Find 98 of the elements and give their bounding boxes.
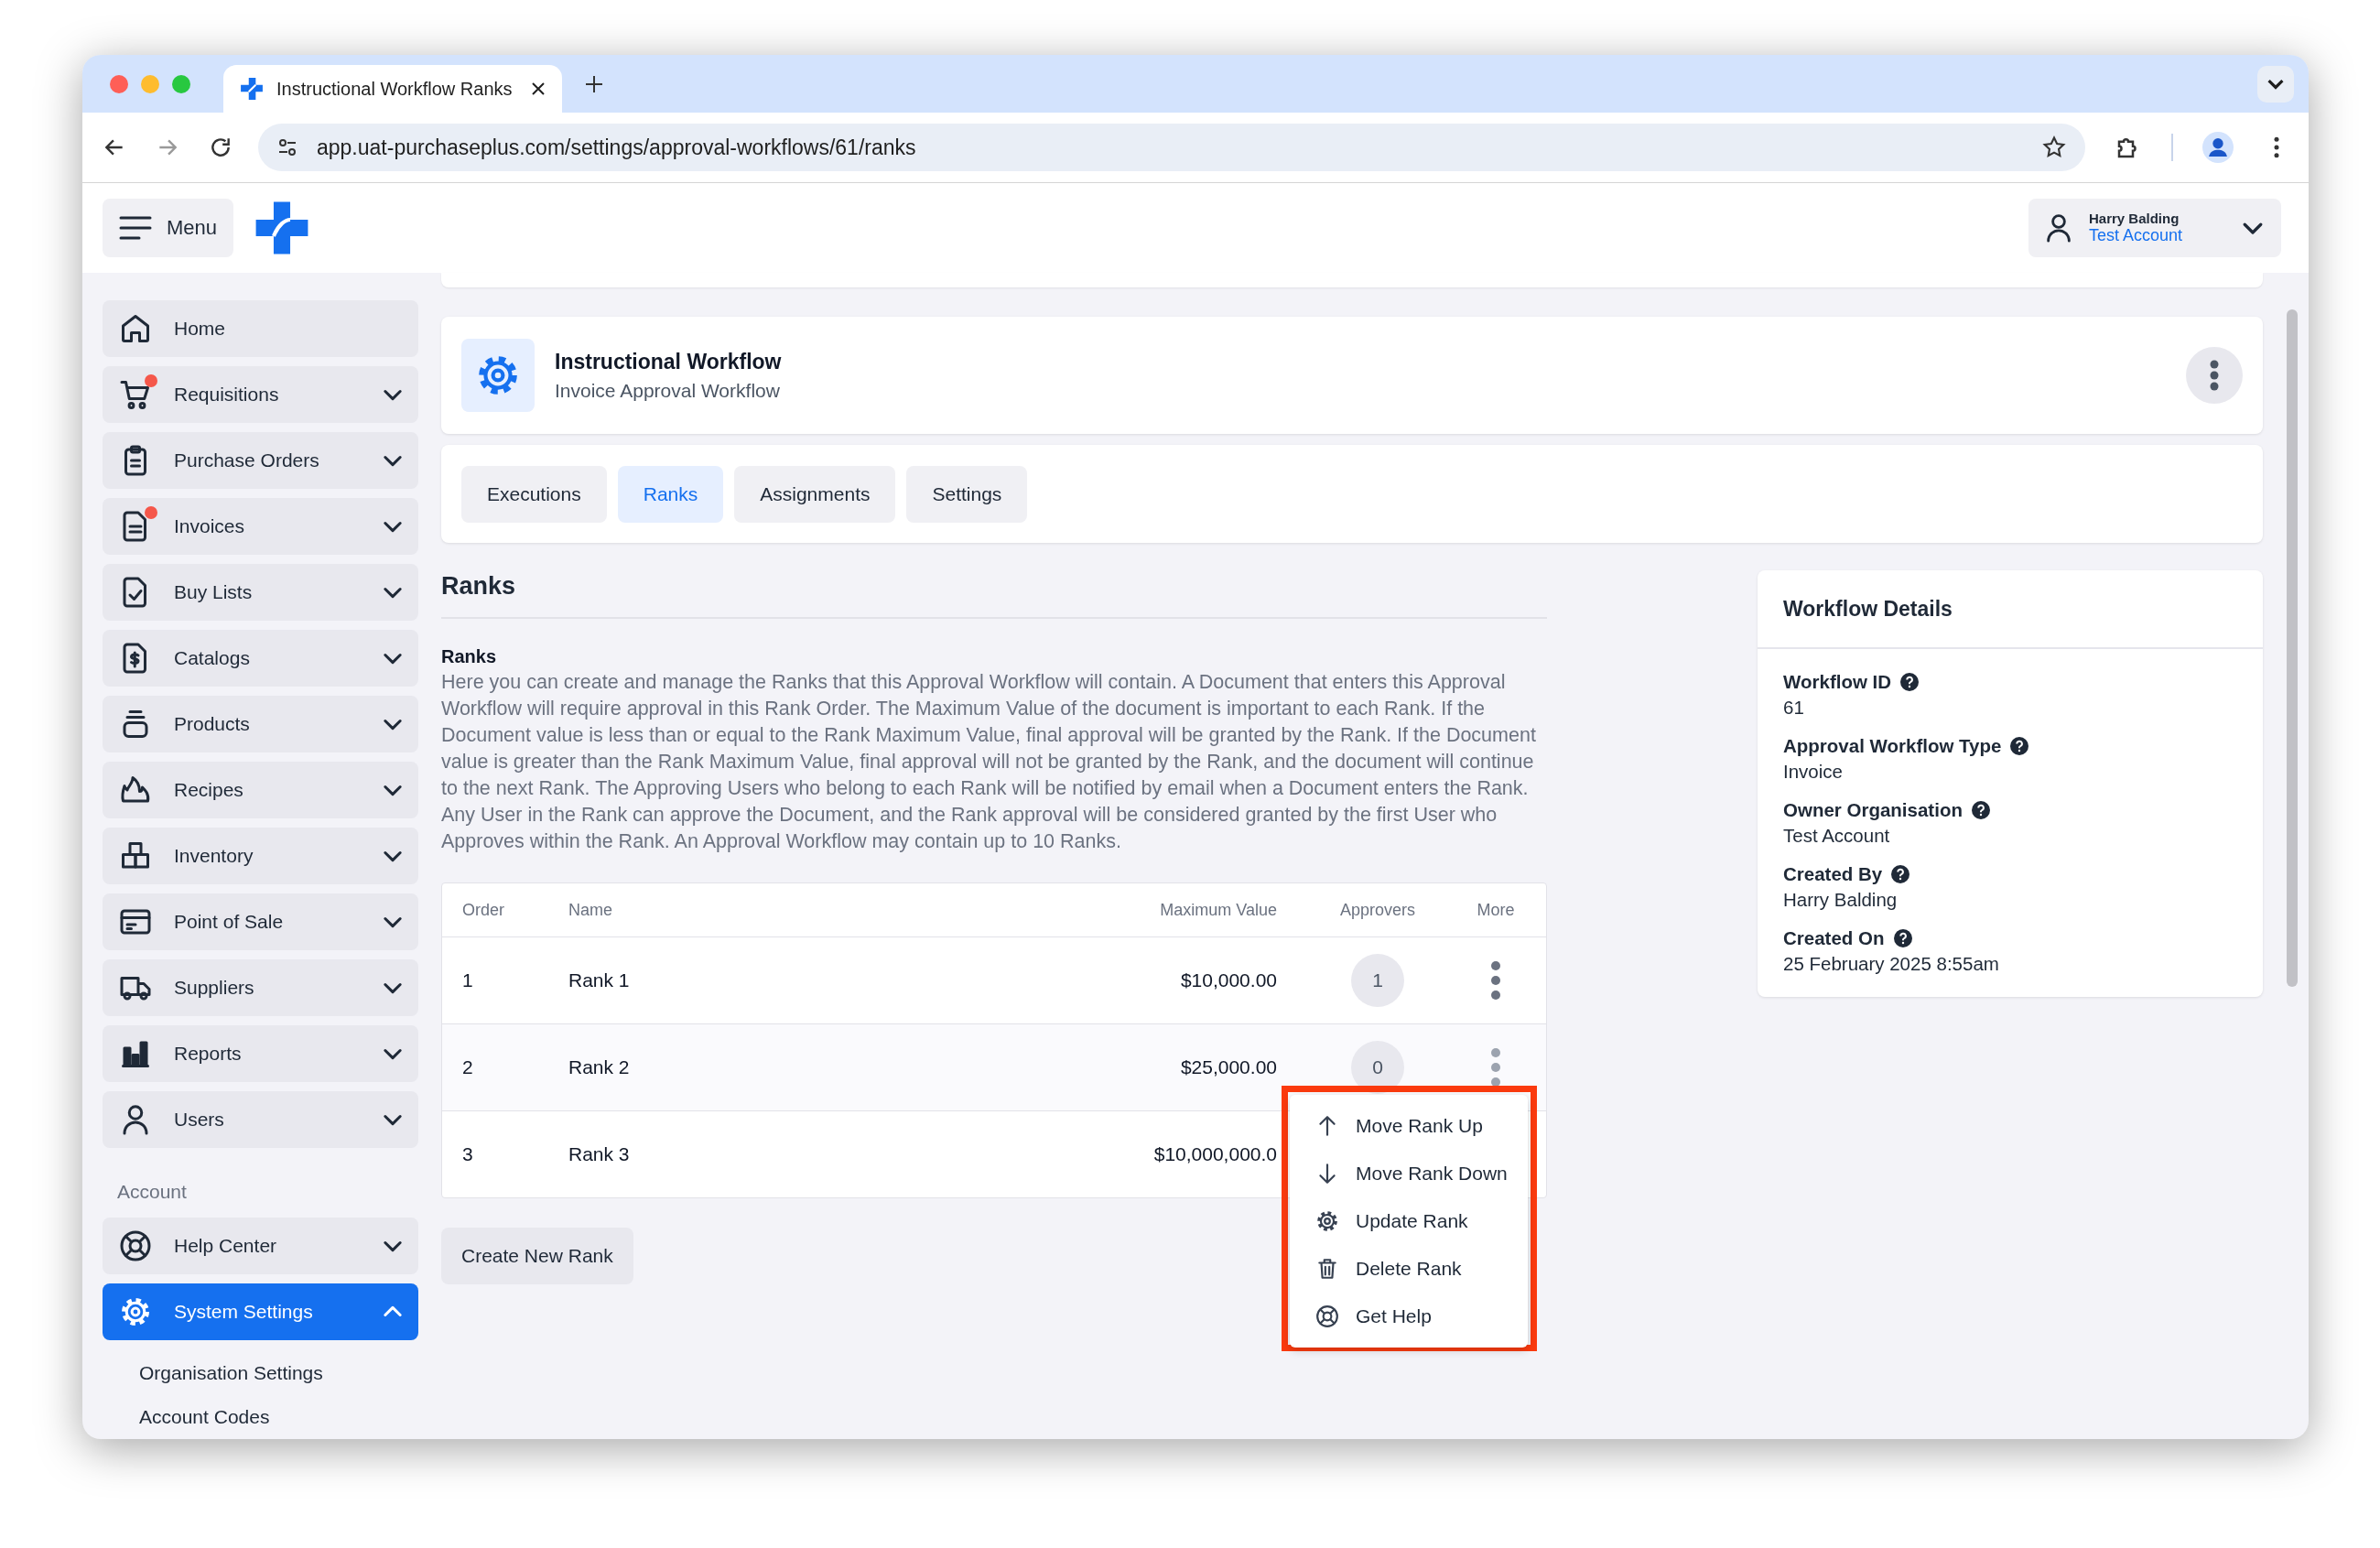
gear-icon [1315,1209,1339,1233]
section-label: Account [117,1181,188,1203]
kebab-icon[interactable] [1490,960,1501,1001]
sidebar-item[interactable]: Point of Sale [103,893,418,950]
trash-icon [1315,1257,1339,1281]
help-icon[interactable] [2010,737,2029,755]
tab-list-button[interactable] [2257,65,2294,103]
sidebar-item[interactable]: Help Center [103,1218,418,1274]
tab-title: Instructional Workflow Ranks [276,78,514,100]
gear-icon [119,1295,152,1328]
field-label: Created On [1783,927,1885,949]
sidebar-item[interactable]: Inventory [103,828,418,884]
column-header: Maximum Value [1159,900,1278,920]
sidebar-item[interactable]: Suppliers [103,959,418,1016]
profile-avatar-icon[interactable] [2202,132,2234,163]
table-cell-text: $10,000.00 [1179,969,1278,991]
notification-dot [145,374,157,387]
sidebar-item[interactable]: Catalogs [103,630,418,687]
column-header: Name [568,900,613,920]
sidebar-item[interactable]: Recipes [103,762,418,818]
field-label: Workflow ID [1783,671,1892,693]
description-heading: Ranks [441,646,498,667]
field-label: Created By [1783,863,1883,885]
site-settings-icon[interactable] [276,136,298,158]
table-cell-text: 3 [461,1143,474,1165]
kebab-icon [2209,359,2220,392]
sidebar-item[interactable]: Requisitions [103,366,418,423]
notification-dot [145,506,157,519]
workflow-subtitle: Invoice Approval Workflow [555,379,781,402]
tab[interactable]: Assignments [734,465,896,523]
menu-item[interactable]: Delete Rank [1290,1245,1528,1293]
close-window-dot[interactable] [110,74,128,93]
sidebar-item[interactable]: System Settings [103,1283,418,1340]
account-switcher[interactable]: Harry Balding Test Account [2028,199,2281,257]
help-icon[interactable] [1900,673,1920,691]
chevron-down-icon [2267,78,2284,90]
section-heading: Ranks [441,571,517,601]
bookmark-star-icon[interactable] [2041,135,2067,160]
field-value: Harry Balding [1783,889,1899,911]
tab[interactable]: Executions [461,465,607,523]
sidebar-item[interactable]: Invoices [103,498,418,555]
approver-count[interactable]: 1 [1351,954,1404,1007]
column-header: More [1476,900,1516,920]
column-header: Order [461,900,505,920]
help-icon[interactable] [1891,865,1910,883]
home-icon [119,312,152,345]
help-icon[interactable] [1893,929,1912,947]
account-name: Test Account [2089,226,2183,245]
menu-item[interactable]: Move Rank Down [1290,1150,1528,1197]
column-header: Approvers [1338,900,1416,920]
sidebar-item[interactable]: Users [103,1091,418,1148]
sidebar-item[interactable]: Products [103,696,418,752]
table-cell-text: 1 [461,969,474,991]
close-icon[interactable] [531,81,546,96]
menu-item[interactable]: Get Help [1290,1293,1528,1340]
field-value: 61 [1783,697,1805,719]
sidebar-item[interactable]: Reports [103,1025,418,1082]
sidebar-item[interactable]: Purchase Orders [103,432,418,489]
sidebar-subitem[interactable]: Organisation Settings [103,1349,418,1384]
minimize-window-dot[interactable] [141,74,159,93]
menu-button[interactable]: Menu [103,199,234,257]
kebab-icon[interactable] [1490,1047,1501,1088]
field-label: Owner Organisation [1783,799,1963,821]
field-label: Approval Workflow Type [1783,735,2002,757]
field-value: Invoice [1783,761,1844,783]
cart-icon [119,378,152,411]
create-rank-button[interactable]: Create New Rank [441,1228,633,1284]
panel-title: Workflow Details [1783,596,1953,622]
cross-logo-icon [240,77,264,101]
table-cell-text: $10,000,000.0 [1152,1143,1278,1165]
user-name: Harry Balding [2089,211,2180,226]
field-value: Test Account [1783,825,1891,847]
table-cell-text: 2 [461,1056,474,1078]
menu-icon [119,214,152,242]
zoom-window-dot[interactable] [172,74,190,93]
lifebuoy-icon [119,1229,152,1262]
new-tab-icon[interactable] [584,73,604,94]
address-bar[interactable]: app.uat-purchaseplus.com/settings/approval-workflows/61/ranks [258,124,2085,171]
sidebar-item[interactable]: Buy Lists [103,564,418,621]
table-cell-text: Rank 3 [568,1143,631,1165]
tab[interactable]: Settings [906,465,1028,523]
help-icon[interactable] [1971,801,1990,819]
table-cell-text: Rank 1 [568,969,631,991]
menu-item[interactable]: Update Rank [1290,1197,1528,1245]
reload-icon[interactable] [209,135,233,159]
approver-count[interactable]: 0 [1351,1041,1404,1094]
browser-tab[interactable]: Instructional Workflow Ranks [223,65,562,113]
menu-item[interactable]: Move Rank Up [1290,1102,1528,1150]
tab[interactable]: Ranks [617,465,724,523]
sidebar-subitem[interactable]: Account Codes [103,1393,418,1428]
lifebuoy-icon [1315,1304,1339,1328]
table-cell-text: Rank 2 [568,1056,631,1078]
scrollbar-thumb[interactable] [2287,309,2298,987]
workflow-title: Instructional Workflow [555,349,782,374]
sidebar-item[interactable]: Home [103,300,418,357]
field-value: 25 February 2025 8:55am [1783,953,2000,975]
description-text: Here you can create and manage the Ranks that this Approval Workflow will contain. A Document that enters this Approval Workflow will require approval in this Rank Order. The Maximum Value of the document is important to each Rank. If the Document value is less than or equal to the Rank Maximum Value, final approval will be granted by the Rank. If the Document value is greater than the Rank Maximum Value, final approval will not be granted by the Rank, and the document will continue to the next Rank. The Approving Users who belong to each Rank will be notified by email when a Document enters the Rank. Any User in the Rank can approve the Document, and the Rank approval will be considered granted by the first User who Approves within the Rank. An Approval Workflow may contain up to 10 Ranks. [441,670,1537,854]
table-cell-text: $25,000.00 [1179,1056,1278,1078]
